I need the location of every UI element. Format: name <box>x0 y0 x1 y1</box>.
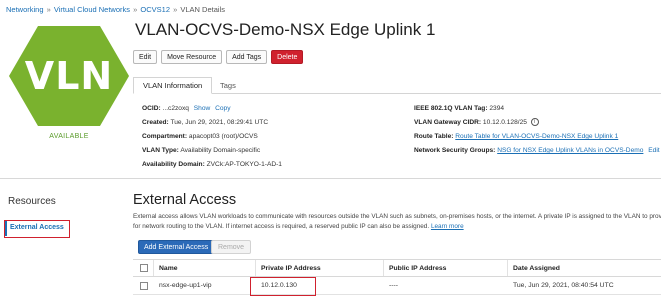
route-table-label: Route Table: <box>414 133 454 140</box>
vlan-tag-value: 2394 <box>489 105 505 112</box>
move-resource-button[interactable]: Move Resource <box>161 50 223 64</box>
ocid-row: OCID: ...c2zoxq Show Copy <box>142 102 282 116</box>
info-icon[interactable]: i <box>530 118 539 127</box>
availability-domain-label: Availability Domain: <box>142 161 205 168</box>
page-title: VLAN-OCVS-Demo-NSX Edge Uplink 1 <box>135 20 436 39</box>
external-access-table: Name Private IP Address Public IP Addres… <box>133 259 661 306</box>
header-name[interactable]: Name <box>159 260 178 276</box>
column-divider <box>153 260 154 276</box>
row-select-cell <box>140 277 148 294</box>
nsg-edit-link[interactable]: Edit <box>648 147 659 154</box>
select-all-cell <box>140 260 148 276</box>
cell-date-assigned: Tue, Jun 29, 2021, 08:40:54 UTC <box>513 282 614 289</box>
remove-button[interactable]: Remove <box>211 240 252 254</box>
tab-tags[interactable]: Tags <box>211 77 245 94</box>
vlan-type-value: Availability Domain-specific <box>180 147 261 154</box>
breadcrumb-networking[interactable]: Networking <box>6 5 44 14</box>
created-value: Tue, Jun 29, 2021, 08:29:41 UTC <box>170 119 269 126</box>
created-label: Created: <box>142 119 169 126</box>
select-all-checkbox[interactable] <box>140 264 148 272</box>
ocid-value: ...c2zoxq <box>162 105 189 112</box>
detail-tabs: VLAN Information Tags <box>133 77 661 94</box>
lifecycle-status: AVAILABLE <box>49 133 89 140</box>
description-line-2-text: for network routing to the VLAN. If inte… <box>133 222 430 230</box>
nsg-link[interactable]: NSG for NSX Edge Uplink VLANs in OCVS-De… <box>497 147 643 154</box>
breadcrumb-virtual-cloud-networks[interactable]: Virtual Cloud Networks <box>54 5 130 14</box>
edit-button[interactable]: Edit <box>133 50 158 64</box>
section-title: External Access <box>133 192 237 208</box>
section-description: External access allows VLAN workloads to… <box>133 212 661 231</box>
compartment-label: Compartment: <box>142 133 188 140</box>
action-toolbar: Edit Move Resource Add Tags Delete <box>133 50 304 64</box>
description-line-2: for network routing to the VLAN. If inte… <box>133 222 661 232</box>
header-date-assigned[interactable]: Date Assigned <box>513 260 560 276</box>
vlan-info-left: OCID: ...c2zoxq Show Copy Created: Tue, … <box>142 102 282 172</box>
resources-heading: Resources <box>8 196 56 207</box>
route-table-row: Route Table: Route Table for VLAN-OCVS-D… <box>414 130 660 144</box>
section-divider <box>0 178 661 179</box>
column-divider <box>255 260 256 276</box>
breadcrumb: Networking » Virtual Cloud Networks » OC… <box>6 5 225 14</box>
delete-button[interactable]: Delete <box>271 50 304 64</box>
vlan-info-right: IEEE 802.1Q VLAN Tag: 2394 VLAN Gateway … <box>414 102 660 158</box>
route-table-link[interactable]: Route Table for VLAN-OCVS-Demo-NSX Edge … <box>455 133 618 140</box>
gateway-cidr-row: VLAN Gateway CIDR: 10.12.0.128/25 i <box>414 116 660 130</box>
compartment-row: Compartment: apacopt03 (root)/OCVS <box>142 130 282 144</box>
vlan-tag-label: IEEE 802.1Q VLAN Tag: <box>414 105 488 112</box>
tab-vlan-information[interactable]: VLAN Information <box>133 77 213 94</box>
compartment-value: apacopt03 (root)/OCVS <box>188 133 258 140</box>
sidebar-item-external-access[interactable]: External Access <box>4 220 70 238</box>
table-row: nsx-edge-up1-vip 10.12.0.130 ---- Tue, J… <box>133 277 661 295</box>
nsg-row: Network Security Groups: NSG for NSX Edg… <box>414 144 660 158</box>
breadcrumb-separator: » <box>173 5 178 14</box>
private-ip-highlight <box>250 277 316 296</box>
resource-type-label: VLN <box>24 54 114 98</box>
cell-name: nsx-edge-up1-vip <box>159 282 212 289</box>
description-line-1: External access allows VLAN workloads to… <box>133 213 661 220</box>
breadcrumb-separator: » <box>46 5 51 14</box>
ocid-label: OCID: <box>142 105 161 112</box>
breadcrumb-current: VLAN Details <box>180 5 225 14</box>
breadcrumb-vcn[interactable]: OCVS12 <box>140 5 170 14</box>
column-divider <box>507 260 508 276</box>
vlan-hexagon-icon: VLN <box>8 24 130 128</box>
row-checkbox[interactable] <box>140 281 148 290</box>
breadcrumb-separator: » <box>133 5 138 14</box>
gateway-cidr-label: VLAN Gateway CIDR: <box>414 119 482 126</box>
sidebar-item-label: External Access <box>10 224 64 231</box>
ocid-copy-link[interactable]: Copy <box>215 105 230 112</box>
availability-domain-row: Availability Domain: ZVCk:AP-TOKYO-1-AD-… <box>142 158 282 172</box>
vlan-type-label: VLAN Type: <box>142 147 179 154</box>
gateway-cidr-value: 10.12.0.128/25 <box>482 119 527 126</box>
created-row: Created: Tue, Jun 29, 2021, 08:29:41 UTC <box>142 116 282 130</box>
learn-more-link[interactable]: Learn more <box>431 223 464 230</box>
add-tags-button[interactable]: Add Tags <box>226 50 268 64</box>
active-indicator <box>5 221 7 236</box>
column-divider <box>383 260 384 276</box>
vlan-tag-row: IEEE 802.1Q VLAN Tag: 2394 <box>414 102 660 116</box>
header-private-ip[interactable]: Private IP Address <box>261 260 321 276</box>
header-public-ip[interactable]: Public IP Address <box>389 260 446 276</box>
table-header: Name Private IP Address Public IP Addres… <box>133 260 661 277</box>
add-external-access-button[interactable]: Add External Access <box>138 240 215 254</box>
nsg-label: Network Security Groups: <box>414 147 496 154</box>
vlan-type-row: VLAN Type: Availability Domain-specific <box>142 144 282 158</box>
cell-public-ip: ---- <box>389 282 399 289</box>
ocid-show-link[interactable]: Show <box>194 105 211 112</box>
availability-domain-value: ZVCk:AP-TOKYO-1-AD-1 <box>206 161 282 168</box>
